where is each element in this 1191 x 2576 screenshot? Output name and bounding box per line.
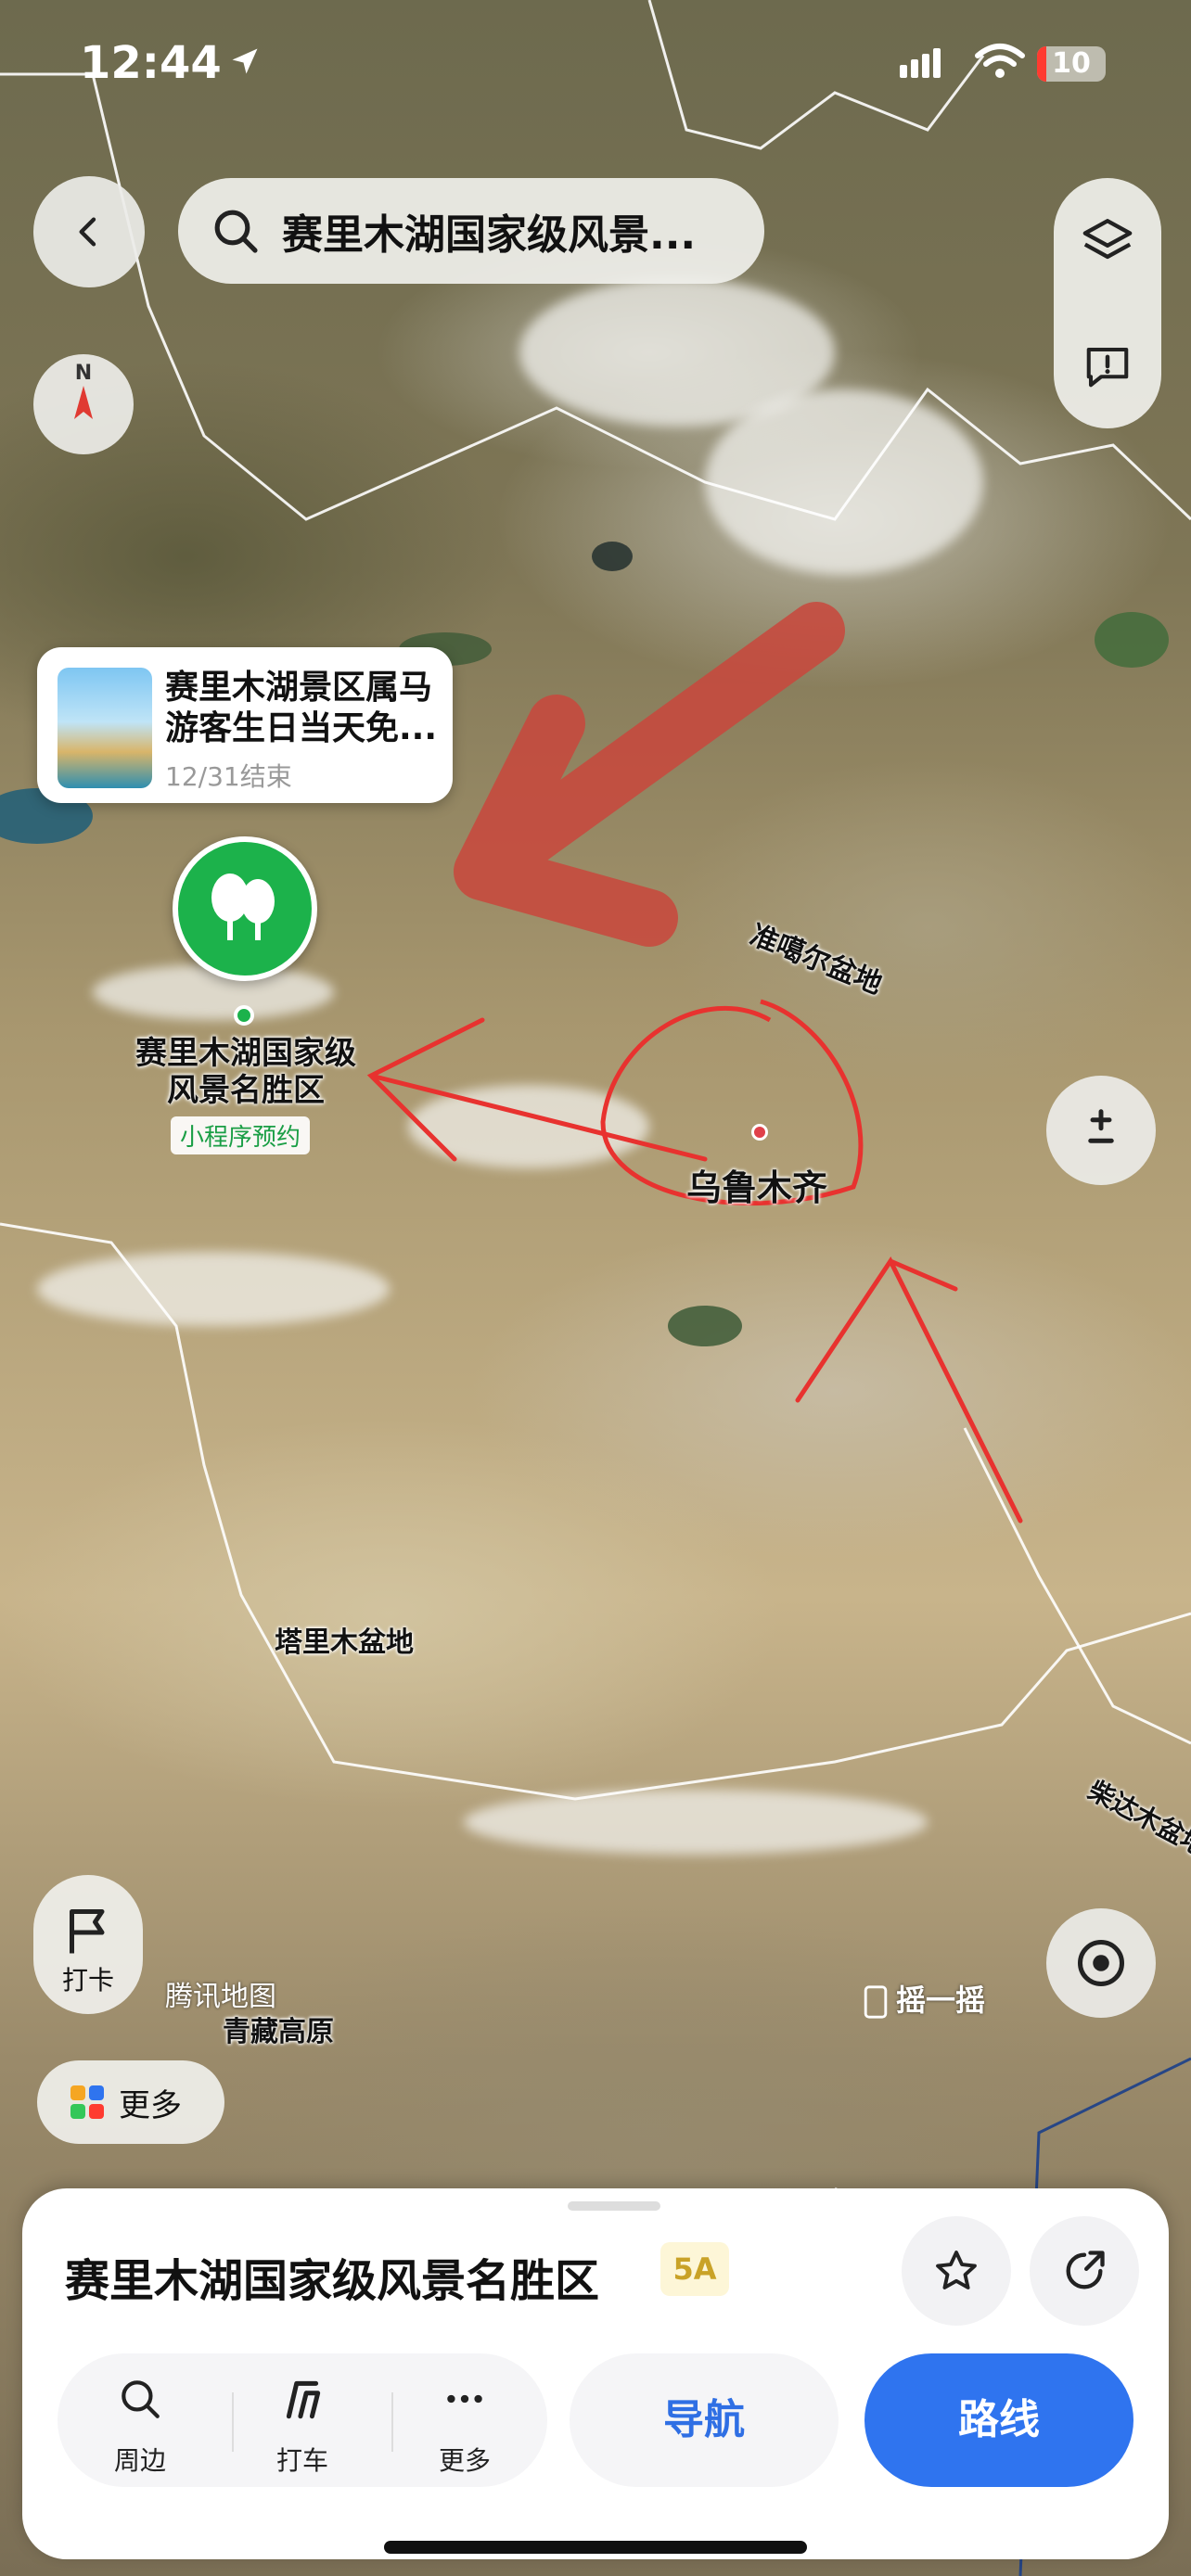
compass-needle-icon (74, 386, 93, 419)
wifi-icon (975, 44, 1025, 78)
action-group: 周边 打车 更多 (58, 2353, 547, 2487)
promo-card[interactable]: 赛里木湖景区属马游客生日当天免... 12/31结束 (37, 647, 453, 803)
favorite-button[interactable] (902, 2216, 1011, 2326)
navigate-button[interactable]: 导航 (570, 2353, 839, 2487)
cellular-signal-icon (900, 48, 944, 78)
lake (668, 1306, 742, 1346)
taxi-label: 打车 (275, 2445, 328, 2476)
promo-thumbnail (58, 668, 152, 788)
nearby-label: 周边 (113, 2445, 166, 2476)
compass-button[interactable]: N (33, 354, 134, 454)
flag-icon (70, 1909, 105, 1954)
more-services-button[interactable]: 更多 (37, 2060, 224, 2144)
divider (391, 2392, 393, 2452)
map-tools-stack (1054, 178, 1161, 428)
poi-pin[interactable] (173, 836, 317, 981)
checkin-label: 打卡 (61, 1965, 114, 1996)
feedback-button[interactable] (1054, 303, 1161, 428)
annotation-big-arrow (454, 602, 845, 947)
battery-indicator: 10 (1037, 46, 1106, 82)
urumqi-city-dot[interactable] (751, 1124, 768, 1141)
poi-map-label[interactable]: 赛里木湖国家级风景名胜区 (130, 1035, 362, 1109)
nearby-button[interactable]: 周边 (70, 2353, 210, 2487)
more-dots-icon (447, 2394, 482, 2404)
annotation-arrow-up (795, 1256, 1023, 1524)
back-button[interactable] (33, 176, 145, 287)
shake-button[interactable]: 摇一摇 (863, 1977, 985, 2020)
poi-title: 赛里木湖国家级风景名胜区 (65, 2255, 600, 2307)
search-icon (214, 210, 258, 253)
poi-detail-sheet[interactable]: 赛里木湖国家级风景名胜区 5A 周边 打车 更多 导航 路线 (22, 2188, 1169, 2559)
share-button[interactable] (1030, 2216, 1139, 2326)
lake (1095, 612, 1169, 668)
status-time: 12:44 (80, 37, 222, 89)
layers-button[interactable] (1054, 178, 1161, 303)
checkin-button[interactable]: 打卡 (33, 1875, 143, 2014)
tree-icon (211, 874, 275, 940)
locate-icon (1078, 1940, 1124, 1986)
more-actions-label: 更多 (438, 2445, 491, 2476)
sheet-grabber[interactable] (568, 2201, 660, 2211)
status-bar: 12:44 10 (0, 0, 1191, 121)
map-label-tibet: 青藏高原 (223, 2016, 334, 2048)
locate-me-button[interactable] (1046, 1908, 1156, 2018)
promo-title: 赛里木湖景区属马游客生日当天免... (165, 669, 438, 747)
route-button[interactable]: 路线 (864, 2353, 1133, 2487)
search-bar[interactable]: 赛里木湖国家级风景... (178, 178, 764, 284)
tencent-map-watermark: 腾讯地图 (165, 1981, 276, 2013)
phone-icon (864, 1985, 888, 2019)
annotation-arrow-left (366, 1017, 708, 1162)
location-arrow-icon (232, 48, 258, 74)
apps-grid-icon (70, 2085, 104, 2119)
chevron-left-icon (79, 217, 96, 247)
report-icon (1086, 347, 1129, 387)
map-label-tarim: 塔里木盆地 (275, 1626, 414, 1659)
border-line (0, 1222, 1191, 1801)
shake-label: 摇一摇 (896, 1983, 986, 2018)
layers-icon (1082, 218, 1133, 259)
zoom-button[interactable] (1046, 1076, 1156, 1185)
lake (592, 542, 633, 571)
taxi-icon (286, 2380, 321, 2419)
rating-badge: 5A (660, 2242, 729, 2296)
more-actions-button[interactable]: 更多 (395, 2353, 534, 2487)
border-line (0, 72, 1191, 521)
plus-minus-icon (1088, 1109, 1114, 1143)
share-icon (1066, 2251, 1105, 2289)
map-label-urumqi[interactable]: 乌鲁木齐 (686, 1159, 827, 1210)
poi-location-dot (234, 1005, 254, 1026)
promo-date: 12/31结束 (165, 761, 292, 792)
star-icon (936, 2251, 977, 2289)
taxi-button[interactable]: 打车 (233, 2353, 372, 2487)
search-query: 赛里木湖国家级风景... (282, 211, 697, 259)
search-icon (122, 2380, 160, 2418)
home-indicator[interactable] (384, 2541, 807, 2554)
more-services-label: 更多 (119, 2086, 182, 2124)
mini-program-tag[interactable]: 小程序预约 (171, 1116, 311, 1154)
